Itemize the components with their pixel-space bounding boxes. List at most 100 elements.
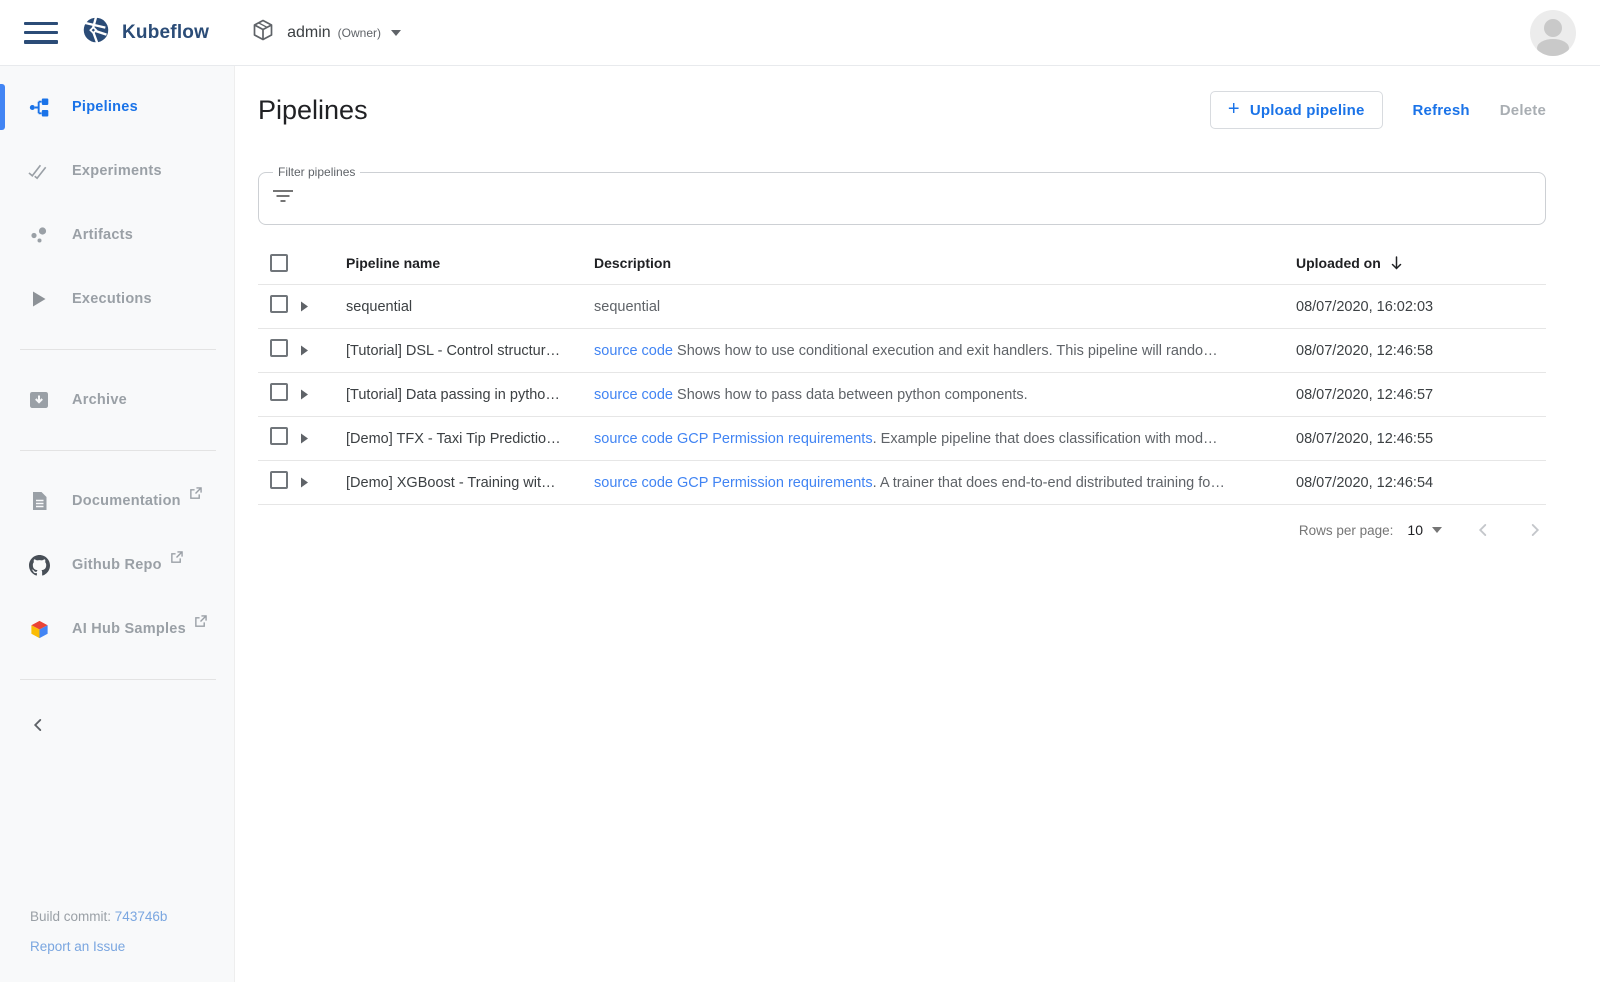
namespace-name: admin [287, 24, 331, 42]
sidebar-item-github-repo[interactable]: Github Repo [0, 533, 234, 597]
sidebar-item-executions[interactable]: Executions [0, 267, 234, 331]
previous-page-button[interactable] [1472, 519, 1494, 541]
external-link-icon [194, 615, 207, 633]
row-checkbox[interactable] [270, 383, 288, 401]
namespace-selector[interactable]: admin (Owner) [251, 18, 401, 47]
row-checkbox[interactable] [270, 295, 288, 313]
pipeline-name[interactable]: [Demo] XGBoost - Training wit… [346, 475, 594, 491]
sidebar-item-label: Artifacts [72, 227, 133, 243]
description-link[interactable]: GCP Permission requirements [677, 475, 873, 491]
sidebar-item-label: Experiments [72, 163, 162, 179]
executions-icon [28, 290, 50, 308]
uploaded-on-value: 08/07/2020, 12:46:57 [1296, 387, 1546, 403]
pipeline-description: source code GCP Permission requirements.… [594, 431, 1296, 447]
description-text: sequential [594, 299, 660, 315]
main-content: Pipelines + Upload pipeline Refresh Dele… [236, 66, 1600, 555]
sidebar-item-archive[interactable]: Archive [0, 368, 234, 432]
pipeline-name[interactable]: sequential [346, 299, 594, 315]
sidebar-item-documentation[interactable]: Documentation [0, 469, 234, 533]
report-issue-link[interactable]: Report an Issue [30, 939, 125, 954]
description-link[interactable]: source code [594, 431, 673, 447]
description-link[interactable]: source code [594, 475, 673, 491]
plus-icon: + [1228, 98, 1240, 121]
avatar[interactable] [1530, 10, 1576, 56]
pipeline-name[interactable]: [Tutorial] DSL - Control structur… [346, 343, 594, 359]
chevron-down-icon [391, 30, 401, 36]
pagination: Rows per page: 10 [258, 505, 1546, 555]
rows-per-page-label: Rows per page: [1299, 523, 1394, 538]
namespace-role: (Owner) [338, 26, 381, 40]
kubeflow-brand: Kubeflow [82, 16, 209, 49]
collapse-sidebar-icon[interactable] [24, 712, 52, 740]
sort-descending-icon [1389, 255, 1404, 271]
description-text: . A trainer that does end-to-end distrib… [873, 475, 1225, 491]
build-commit-label: Build commit: [30, 909, 111, 924]
expand-row-icon[interactable] [300, 389, 346, 400]
pipeline-name[interactable]: [Demo] TFX - Taxi Tip Predictio… [346, 431, 594, 447]
rows-per-page-value: 10 [1407, 522, 1423, 538]
delete-button[interactable]: Delete [1500, 102, 1546, 119]
filter-icon [273, 189, 293, 208]
topbar: Kubeflow admin (Owner) [0, 0, 1600, 66]
table-row[interactable]: [Tutorial] Data passing in pytho…source … [258, 373, 1546, 417]
uploaded-on-value: 08/07/2020, 12:46:55 [1296, 431, 1546, 447]
row-checkbox[interactable] [270, 339, 288, 357]
expand-row-icon[interactable] [300, 301, 346, 312]
sidebar-footer: Build commit: 743746b Report an Issue [0, 909, 234, 982]
ai-hub-icon [28, 619, 50, 640]
sidebar-item-label: Github Repo [72, 557, 162, 573]
row-checkbox[interactable] [270, 427, 288, 445]
description-text: . Example pipeline that does classificat… [873, 431, 1218, 447]
build-commit-link[interactable]: 743746b [115, 909, 168, 924]
table-row[interactable]: [Demo] XGBoost - Training wit…source cod… [258, 461, 1546, 505]
pipeline-name[interactable]: [Tutorial] Data passing in pytho… [346, 387, 594, 403]
divider [20, 450, 216, 451]
divider [20, 349, 216, 350]
pipeline-description: source code Shows how to pass data betwe… [594, 387, 1296, 403]
table-header-row: Pipeline name Description Uploaded on [258, 241, 1546, 285]
experiments-icon [28, 163, 50, 180]
pipeline-description: sequential [594, 299, 1296, 315]
divider [20, 679, 216, 680]
description-text: Shows how to pass data between python co… [673, 387, 1028, 403]
github-icon [28, 555, 50, 576]
expand-row-icon[interactable] [300, 433, 346, 444]
refresh-button[interactable]: Refresh [1413, 102, 1470, 119]
column-header-pipeline-name: Pipeline name [346, 255, 594, 271]
description-link[interactable]: source code [594, 387, 673, 403]
sidebar-item-label: Executions [72, 291, 152, 307]
sidebar: Pipelines Experiments Artifacts Executio… [0, 66, 235, 982]
description-link[interactable]: source code [594, 343, 673, 359]
column-header-uploaded-on[interactable]: Uploaded on [1296, 255, 1546, 271]
sidebar-item-pipelines[interactable]: Pipelines [0, 75, 234, 139]
expand-row-icon[interactable] [300, 345, 346, 356]
brand-name: Kubeflow [122, 22, 209, 44]
page-title: Pipelines [258, 95, 368, 126]
filter-field[interactable]: Filter pipelines [258, 172, 1546, 225]
table-body: sequentialsequential08/07/2020, 16:02:03… [258, 285, 1546, 505]
filter-input[interactable] [305, 190, 1531, 207]
column-header-description: Description [594, 255, 1296, 271]
description-link[interactable]: GCP Permission requirements [677, 431, 873, 447]
pipelines-table: Pipeline name Description Uploaded on se… [258, 241, 1546, 555]
active-indicator [0, 84, 5, 130]
artifacts-icon [28, 226, 50, 245]
sidebar-item-artifacts[interactable]: Artifacts [0, 203, 234, 267]
filter-field-label: Filter pipelines [273, 165, 360, 179]
sidebar-item-label: Archive [72, 392, 127, 408]
expand-row-icon[interactable] [300, 477, 346, 488]
upload-pipeline-button[interactable]: + Upload pipeline [1210, 91, 1383, 129]
row-checkbox[interactable] [270, 471, 288, 489]
rows-per-page-dropdown-icon[interactable] [1432, 527, 1442, 533]
select-all-checkbox[interactable] [270, 254, 288, 272]
table-row[interactable]: [Tutorial] DSL - Control structur…source… [258, 329, 1546, 373]
sidebar-item-experiments[interactable]: Experiments [0, 139, 234, 203]
table-row[interactable]: [Demo] TFX - Taxi Tip Predictio…source c… [258, 417, 1546, 461]
table-row[interactable]: sequentialsequential08/07/2020, 16:02:03 [258, 285, 1546, 329]
pipeline-description: source code GCP Permission requirements.… [594, 475, 1296, 491]
menu-icon[interactable] [24, 20, 58, 46]
pipelines-icon [28, 97, 50, 118]
uploaded-on-value: 08/07/2020, 12:46:58 [1296, 343, 1546, 359]
next-page-button[interactable] [1524, 519, 1546, 541]
sidebar-item-ai-hub-samples[interactable]: AI Hub Samples [0, 597, 234, 661]
